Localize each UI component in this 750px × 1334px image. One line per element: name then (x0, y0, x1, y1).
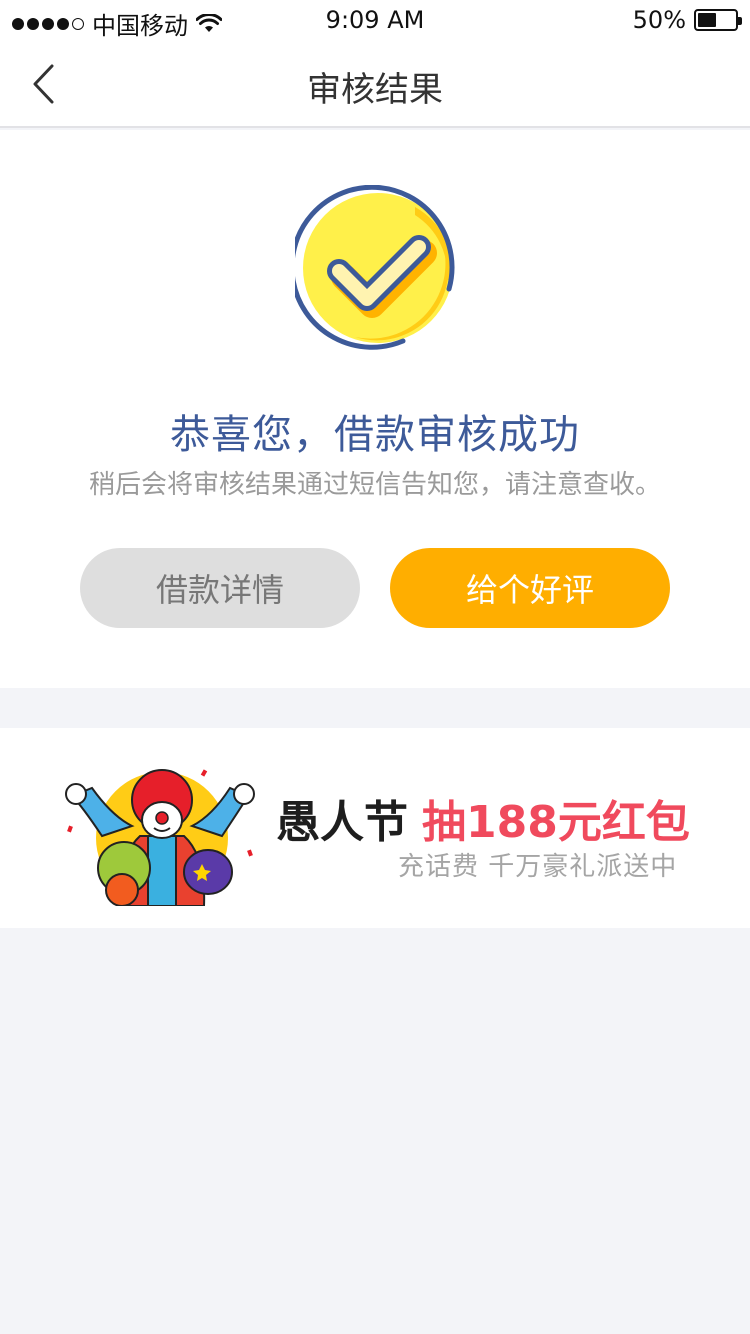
success-subtext: 稍后会将审核结果通过短信告知您，请注意查收。 (88, 470, 661, 500)
page-title: 审核结果 (307, 70, 443, 110)
status-right: 50% (632, 6, 742, 34)
battery-percent: 50% (632, 6, 686, 34)
banner-title-red: 抽188元红包 (422, 797, 690, 848)
banner-title-black: 愚人节 (276, 797, 408, 848)
clown-illustration-icon (65, 769, 255, 906)
check-circle-icon (295, 185, 455, 350)
banner-title: 愚人节 抽188元红包 (276, 786, 690, 850)
result-card: 恭喜您，借款审核成功 稍后会将审核结果通过短信告知您，请注意查收。 借款详情 给… (0, 130, 750, 688)
success-headline: 恭喜您，借款审核成功 (170, 412, 580, 458)
give-review-button[interactable]: 给个好评 (390, 548, 670, 628)
status-bar: 中国移动 9:09 AM 50% (0, 0, 750, 40)
nav-bar: 审核结果 (0, 40, 750, 128)
promo-banner[interactable]: 愚人节 抽188元红包 充话费 千万豪礼派送中 (0, 728, 750, 928)
banner-subtitle: 充话费 千万豪礼派送中 (398, 852, 678, 882)
battery-icon (694, 9, 742, 31)
battery-level-fill (698, 13, 716, 27)
loan-detail-button[interactable]: 借款详情 (80, 548, 360, 628)
